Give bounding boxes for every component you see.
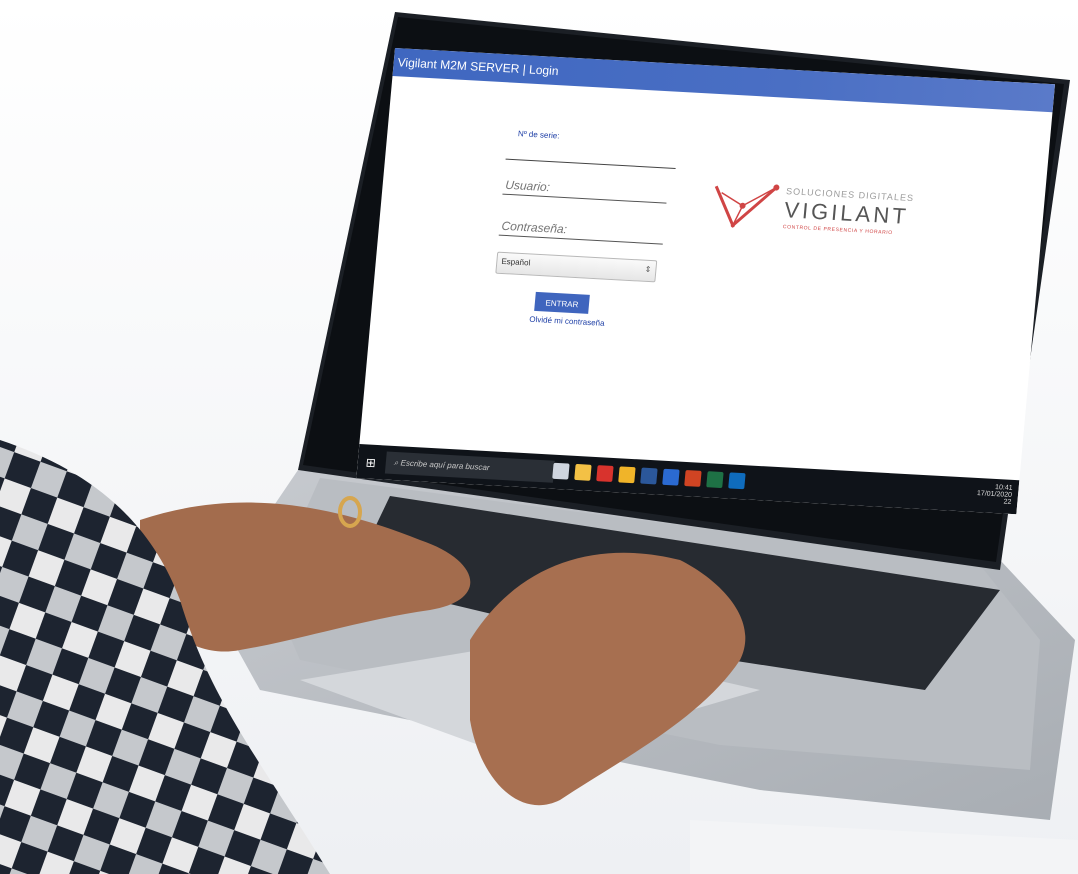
file-explorer-icon[interactable] bbox=[574, 463, 592, 481]
taskbar-search-placeholder: Escribe aquí para buscar bbox=[400, 458, 490, 473]
system-tray: 10:41 17/01/2020 22 bbox=[976, 483, 1013, 506]
forgot-password-link[interactable]: Olvidé mi contraseña bbox=[529, 315, 662, 331]
login-form: Nº de serie: Español ⇕ ENTRAR Olvidé mi … bbox=[491, 129, 678, 331]
login-button[interactable]: ENTRAR bbox=[534, 291, 590, 314]
word-icon[interactable] bbox=[662, 468, 680, 486]
taskbar-search[interactable]: ⌕ Escribe aquí para buscar bbox=[384, 451, 555, 483]
select-arrows-icon: ⇕ bbox=[644, 264, 652, 275]
vigilant-logo: SOLUCIONES DIGITALES VIGILANT CONTROL DE… bbox=[709, 176, 915, 257]
chrome-icon[interactable] bbox=[618, 466, 636, 484]
windows-start-icon[interactable]: ⊞ bbox=[365, 455, 376, 470]
taskbar-apps bbox=[552, 462, 746, 492]
outlook-icon[interactable] bbox=[728, 472, 746, 490]
excel-icon[interactable] bbox=[706, 471, 724, 489]
search-icon: ⌕ bbox=[393, 457, 399, 468]
pdf-icon[interactable] bbox=[596, 465, 614, 483]
serial-label: Nº de serie: bbox=[517, 129, 560, 141]
username-input[interactable] bbox=[502, 175, 669, 204]
notification-badge[interactable]: 22 bbox=[976, 497, 1011, 506]
language-select[interactable]: Español ⇕ bbox=[495, 251, 658, 283]
laptop-screen: Vigilant M2M SERVER | Login Nº de serie:… bbox=[356, 48, 1055, 515]
vigilant-logo-icon bbox=[714, 184, 780, 228]
task-view-icon[interactable] bbox=[552, 462, 570, 480]
powerpoint-icon[interactable] bbox=[684, 469, 702, 487]
language-value: Español bbox=[501, 256, 531, 268]
password-input[interactable] bbox=[498, 216, 665, 245]
vs-icon[interactable] bbox=[640, 467, 658, 485]
serial-input[interactable] bbox=[505, 157, 676, 169]
